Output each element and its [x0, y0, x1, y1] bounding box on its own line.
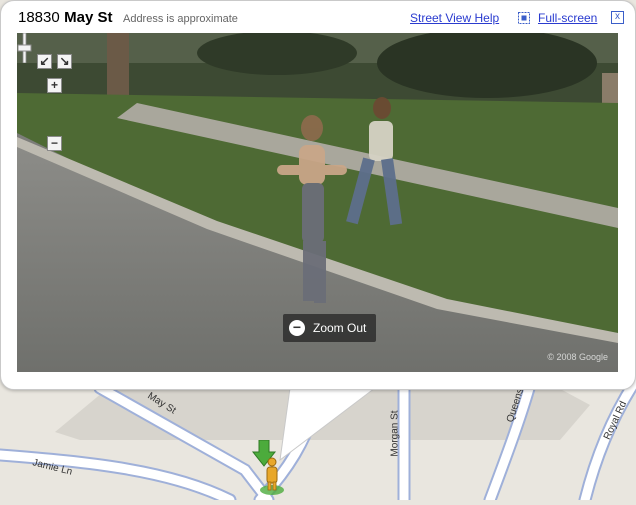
pegman-icon[interactable]: [245, 440, 295, 500]
zoom-slider[interactable]: [17, 33, 32, 63]
pan-left-button[interactable]: ↙: [37, 54, 52, 69]
street-view-panorama[interactable]: ↙ ↘ + − − Zoom Out © 2008 Google: [17, 33, 618, 372]
close-icon: x: [615, 11, 620, 22]
address-note: Address is approximate: [122, 13, 238, 25]
fullscreen-link[interactable]: Full-screen: [538, 11, 597, 25]
fullscreen-icon[interactable]: [518, 12, 530, 24]
zoom-out-label: Zoom Out: [313, 321, 367, 335]
pan-right-button[interactable]: ↘: [57, 54, 72, 69]
zoom-in-button[interactable]: +: [47, 78, 62, 93]
zoom-out-button[interactable]: −: [47, 136, 62, 151]
minus-icon: −: [50, 136, 58, 150]
close-button[interactable]: x: [611, 11, 624, 24]
arrow-down-right-icon: ↘: [59, 54, 70, 68]
minus-circle-icon: −: [289, 320, 305, 336]
bubble-header: 18830 May St Address is approximate Stre…: [18, 9, 627, 29]
street-view-help-link[interactable]: Street View Help: [410, 11, 499, 25]
arrow-down-left-icon: ↙: [39, 54, 50, 68]
road-label-morgan-st: Morgan St: [389, 410, 401, 457]
zoom-out-overlay-button[interactable]: − Zoom Out: [283, 314, 376, 342]
copyright-text: © 2008 Google: [547, 352, 608, 362]
street-view-bubble: 18830 May St Address is approximate Stre…: [0, 0, 636, 390]
address-street: May St: [64, 9, 113, 26]
plus-icon: +: [50, 78, 58, 92]
address-number: 18830: [18, 9, 60, 26]
